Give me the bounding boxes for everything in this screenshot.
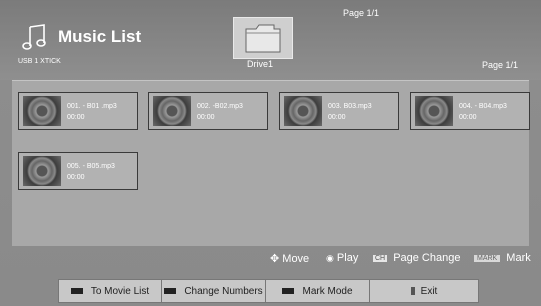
disc-icon <box>415 96 453 126</box>
music-list-screen: Music List USB 1 XTICK Drive1 Page 1/1 P… <box>0 0 541 306</box>
file-name: 005. - B05.mp3 <box>67 163 115 170</box>
exit-key-icon <box>410 287 415 295</box>
play-hint-label: Play <box>336 252 359 264</box>
file-item[interactable]: 005. - B05.mp3 00:00 <box>18 152 138 190</box>
color-key-icon <box>70 288 83 294</box>
file-duration: 00:00 <box>197 114 215 121</box>
ch-key-icon: CH <box>373 255 388 262</box>
to-movie-list-button[interactable]: To Movie List <box>59 280 162 302</box>
mark-mode-label: Mark Mode <box>302 285 353 297</box>
to-movie-list-label: To Movie List <box>90 285 150 297</box>
file-duration: 00:00 <box>459 114 477 121</box>
ok-button-icon: ◉ <box>326 253 334 263</box>
file-item[interactable]: 001. - B01 .mp3 00:00 <box>18 92 138 130</box>
page-indicator: Page 1/1 <box>482 60 519 70</box>
drive-folder[interactable] <box>233 17 293 59</box>
file-name: 002. -B02.mp3 <box>197 103 243 110</box>
disc-icon <box>23 96 61 126</box>
button-bar: To Movie List Change Numbers Mark Mode E… <box>58 279 479 303</box>
file-item[interactable]: 003. B03.mp3 00:00 <box>279 92 399 130</box>
file-name: 001. - B01 .mp3 <box>67 103 117 110</box>
file-list-panel: 001. - B01 .mp3 00:00 002. -B02.mp3 00:0… <box>12 80 530 246</box>
color-key-icon <box>164 288 177 294</box>
exit-button[interactable]: Exit <box>370 280 478 302</box>
disc-icon <box>153 96 191 126</box>
header: Music List USB 1 XTICK Drive1 Page 1/1 P… <box>0 0 541 80</box>
play-hint: ◉ Play <box>326 252 358 264</box>
page-change-label: Page Change <box>393 252 461 264</box>
file-duration: 00:00 <box>67 114 85 121</box>
file-name: 003. B03.mp3 <box>328 103 372 110</box>
change-numbers-label: Change Numbers <box>184 285 263 297</box>
mark-key-icon: MARK <box>474 255 501 262</box>
drive-label: Drive1 <box>247 59 274 69</box>
navigate-arrows-icon: ✥ <box>270 253 280 265</box>
color-key-icon <box>282 288 295 294</box>
mark-mode-button[interactable]: Mark Mode <box>266 280 370 302</box>
move-hint: ✥ Move <box>270 252 309 265</box>
page-indicator-top: Page 1/1 <box>343 8 380 18</box>
exit-label: Exit <box>420 285 438 297</box>
disc-icon <box>284 96 322 126</box>
file-duration: 00:00 <box>328 114 346 121</box>
mark-hint: MARK Mark <box>474 252 531 264</box>
disc-icon <box>23 156 61 186</box>
change-numbers-button[interactable]: Change Numbers <box>162 280 266 302</box>
music-note-icon <box>22 24 46 50</box>
file-duration: 00:00 <box>67 174 85 181</box>
page-title: Music List <box>58 27 142 46</box>
file-item[interactable]: 002. -B02.mp3 00:00 <box>148 92 268 130</box>
folder-icon <box>245 24 281 53</box>
page-change-hint: CH Page Change <box>373 252 460 264</box>
mark-hint-label: Mark <box>506 252 531 264</box>
file-name: 004. - B04.mp3 <box>459 103 507 110</box>
device-label: USB 1 XTICK <box>18 58 61 65</box>
file-item[interactable]: 004. - B04.mp3 00:00 <box>410 92 530 130</box>
move-hint-label: Move <box>282 253 310 265</box>
